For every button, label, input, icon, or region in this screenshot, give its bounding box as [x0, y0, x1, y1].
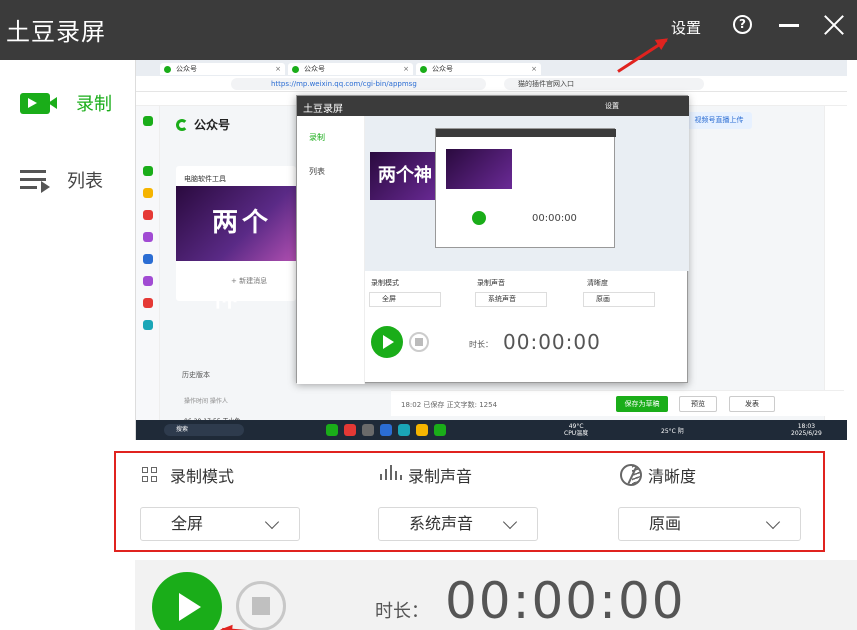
new-message: + 新建消息 — [231, 277, 268, 285]
nested-duration-label: 时长： — [469, 340, 493, 349]
browser-tab: 公众号 × — [416, 63, 541, 75]
browser-tab: 公众号 × — [160, 63, 285, 75]
nested-nav-list: 列表 — [309, 167, 325, 176]
nested-settings: 设置 — [605, 102, 619, 110]
browser-tab-label: 公众号 — [304, 65, 325, 73]
nested-audio-value: 系统声音 — [475, 292, 547, 307]
nested-quality-value: 原画 — [583, 292, 655, 307]
audio-wave-icon — [380, 465, 406, 482]
taskbar-search: 搜索 — [164, 424, 244, 436]
nested-big-text: 两个神 — [370, 152, 440, 200]
start-record-button[interactable] — [152, 572, 222, 630]
record-controls: 时长： 00:00:00 — [135, 560, 857, 630]
nested-play-icon — [371, 326, 403, 358]
nested-controls: 录制模式 录制声音 清晰度 全屏 系统声音 原画 — [365, 274, 689, 314]
browser-tab-bar: 公众号 × 公众号 × 公众号 × — [136, 60, 847, 76]
sidebar-item-label: 录制 — [76, 94, 112, 115]
autosave-status: 18:02 已保存 正文字数: 1254 — [401, 401, 498, 409]
nested-title: 土豆录屏 — [303, 104, 343, 115]
close-icon[interactable] — [823, 14, 845, 36]
browser-address-bar: https://mp.weixin.qq.com/cgi-bin/appmsg … — [136, 76, 847, 92]
history-label: 历史版本 — [182, 371, 210, 379]
nested-mode-value: 全屏 — [369, 292, 441, 307]
stop-record-button[interactable] — [236, 581, 286, 630]
record-mode-value: 全屏 — [171, 514, 204, 533]
record-audio-value: 系统声音 — [409, 514, 474, 533]
nested-mode-label: 录制模式 — [371, 279, 399, 287]
post-button: 发表 — [729, 396, 775, 412]
nested-timer: 00:00:00 — [503, 330, 601, 354]
save-draft-button: 保存为草稿 — [616, 396, 668, 412]
browser-side-panel — [136, 106, 160, 420]
sidebar-item-record[interactable]: 录制 — [20, 90, 112, 116]
quality-select[interactable]: 原画 — [618, 507, 801, 541]
quality-label: 清晰度 — [648, 467, 697, 486]
sidebar-item-label: 列表 — [67, 171, 103, 192]
minimize-icon[interactable] — [779, 24, 799, 27]
nested-nav-record: 录制 — [309, 133, 325, 142]
browser-search: 猫的插件官网入口 — [504, 78, 704, 90]
nested-preview: 两个神 00:00:00 — [365, 116, 689, 271]
sidebar-item-list[interactable]: 列表 — [20, 167, 103, 193]
history-headers: 操作时间 操作人 — [184, 398, 228, 405]
card-image: 两个神 — [176, 186, 296, 313]
quality-icon — [620, 464, 642, 486]
record-audio-select[interactable]: 系统声音 — [378, 507, 538, 541]
nested-quality-label: 清晰度 — [587, 279, 608, 287]
title-bar: 土豆录屏 设置 ? — [0, 0, 857, 60]
browser-tab-label: 公众号 — [432, 65, 453, 73]
record-timer: 00:00:00 — [445, 572, 686, 630]
taskbar-weather: 25°C 阴 — [661, 428, 684, 435]
record-audio-label: 录制声音 — [408, 467, 473, 486]
list-icon — [20, 168, 50, 193]
chevron-down-icon — [502, 514, 518, 530]
quality-value: 原画 — [649, 514, 682, 533]
app-window: 土豆录屏 设置 ? 录制 列表 公众号 × 公众号 × 公众号 × https://m… — [0, 0, 857, 630]
nested-audio-label: 录制声音 — [477, 279, 505, 287]
nested-recorder-window: 土豆录屏 设置 录制 列表 两个神 00:00:00 录制模式 录制声音 清晰度 — [296, 95, 689, 384]
grid-icon — [142, 467, 158, 483]
browser-tab-label: 公众号 — [176, 65, 197, 73]
nested-title-bar: 土豆录屏 设置 — [297, 96, 689, 116]
video-record-icon — [20, 92, 57, 114]
taskbar-temp: 49°C CPU温度 — [564, 423, 589, 437]
settings-button[interactable]: 设置 — [671, 17, 701, 38]
record-mode-select[interactable]: 全屏 — [140, 507, 300, 541]
taskbar: 搜索 49°C CPU温度 25°C 阴 18:03 2025/6/29 — [136, 420, 847, 440]
chevron-down-icon — [264, 514, 280, 530]
record-mode-label: 录制模式 — [170, 467, 235, 486]
nested-stop-icon — [409, 332, 429, 352]
sidebar: 录制 列表 — [0, 60, 135, 630]
taskbar-apps — [326, 424, 446, 436]
recording-settings: 录制模式 全屏 录制声音 系统声音 清晰度 原画 — [135, 450, 857, 555]
editor-footer: 18:02 已保存 正文字数: 1254 保存为草稿 预览 发表 — [391, 390, 844, 416]
browser-tab: 公众号 × — [288, 63, 413, 75]
card-title: 电脑软件工具 — [184, 175, 226, 183]
nested-sidebar: 录制 列表 — [297, 116, 365, 384]
preview-button: 预览 — [679, 396, 717, 412]
nested-inner-timer: 00:00:00 — [532, 213, 577, 224]
browser-url: https://mp.weixin.qq.com/cgi-bin/appmsg — [231, 78, 486, 90]
duration-label: 时长： — [375, 601, 429, 622]
screen-preview: 公众号 × 公众号 × 公众号 × https://mp.weixin.qq.com/… — [135, 60, 847, 440]
app-title: 土豆录屏 — [6, 18, 106, 46]
article-card: 电脑软件工具 两个神 + 新建消息 — [176, 166, 296, 313]
publish-button: 视频号直播上传 — [686, 112, 752, 129]
taskbar-clock: 18:03 2025/6/29 — [791, 423, 822, 437]
chevron-down-icon — [765, 514, 781, 530]
right-rail — [824, 106, 847, 420]
wechat-brand: 公众号 — [176, 116, 230, 133]
help-icon[interactable]: ? — [733, 15, 752, 34]
nested-inner-window: 00:00:00 — [435, 128, 616, 248]
